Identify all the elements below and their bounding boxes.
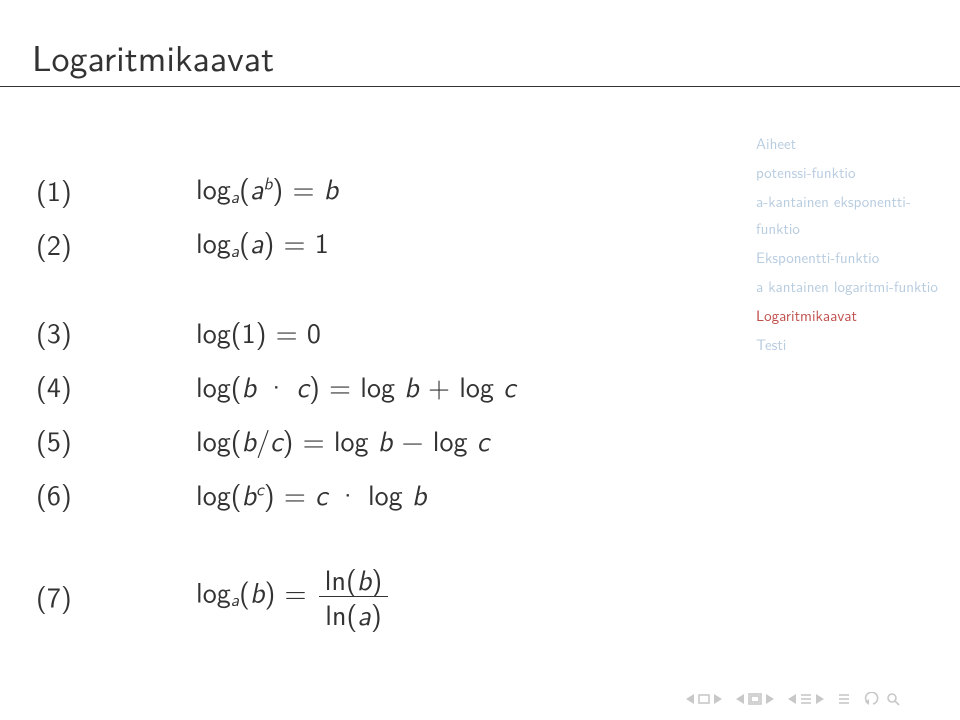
page-title: Logaritmikaavat bbox=[32, 30, 274, 83]
equation-number: (1) bbox=[36, 176, 196, 204]
equation-group-3: (7) loga(b) = ln(b)ln(a) bbox=[36, 562, 516, 630]
sidebar-item-5[interactable]: Testi bbox=[756, 331, 946, 358]
equation-row: (4) log(b · c) = log b + log c bbox=[36, 366, 516, 406]
equation-number: (3) bbox=[36, 318, 196, 346]
slide: Logaritmikaavat Aiheet potenssi-funktio … bbox=[0, 0, 960, 720]
sidebar-item-0[interactable]: potenssi-funktio bbox=[756, 159, 946, 186]
equation-number: (5) bbox=[36, 426, 196, 454]
sidebar-item-2[interactable]: Eksponentti-funktio bbox=[756, 244, 946, 271]
nav-section-group bbox=[788, 693, 824, 705]
equation-number: (7) bbox=[36, 582, 196, 610]
equation-body: loga(ab) = b bbox=[196, 174, 338, 205]
nav-search-icon[interactable] bbox=[886, 692, 900, 706]
equation-body: log(1) = 0 bbox=[196, 318, 321, 346]
equation-body: loga(a) = 1 bbox=[196, 228, 329, 259]
equation-number: (6) bbox=[36, 480, 196, 508]
equation-row: (2) loga(a) = 1 bbox=[36, 224, 516, 264]
sidebar-item-4[interactable]: Logaritmikaavat bbox=[756, 302, 946, 329]
equation-row: (1) loga(ab) = b bbox=[36, 170, 516, 210]
nav-prev-slide-icon[interactable] bbox=[686, 694, 696, 704]
nav-subsection-group bbox=[736, 693, 774, 705]
sidebar-item-1[interactable]: a-kantainen eksponentti-funktio bbox=[756, 188, 946, 242]
equation-body: log(b/c) = log b − log c bbox=[196, 426, 489, 454]
equation-block: (1) loga(ab) = b (2) loga(a) = 1 (3) log… bbox=[36, 170, 516, 678]
nav-frame-icon[interactable] bbox=[698, 694, 710, 704]
equation-body: log(bc) = c · log b bbox=[196, 480, 427, 508]
equation-row: (7) loga(b) = ln(b)ln(a) bbox=[36, 562, 516, 630]
sidebar-item-3[interactable]: a kantainen logaritmi-funktio bbox=[756, 273, 946, 300]
nav-next-section-icon[interactable] bbox=[814, 694, 824, 704]
nav-undo-icon[interactable] bbox=[864, 692, 884, 706]
nav-prev-sub-icon[interactable] bbox=[736, 694, 746, 704]
equation-row: (5) log(b/c) = log b − log c bbox=[36, 420, 516, 460]
equation-group-2: (3) log(1) = 0 (4) log(b · c) = log b + … bbox=[36, 312, 516, 514]
beamer-nav bbox=[686, 692, 900, 706]
nav-doc-icon[interactable] bbox=[838, 693, 850, 705]
equation-number: (4) bbox=[36, 372, 196, 400]
equation-number: (2) bbox=[36, 230, 196, 258]
nav-next-sub-icon[interactable] bbox=[764, 694, 774, 704]
sidebar: Aiheet potenssi-funktio a-kantainen eksp… bbox=[756, 130, 946, 360]
nav-next-slide-icon[interactable] bbox=[712, 694, 722, 704]
nav-prev-section-icon[interactable] bbox=[788, 694, 798, 704]
nav-doc-group bbox=[838, 693, 850, 705]
equation-body: log(b · c) = log b + log c bbox=[196, 372, 516, 400]
nav-subsection-icon[interactable] bbox=[748, 693, 762, 705]
nav-back-forward-group bbox=[864, 692, 900, 706]
equation-row: (6) log(bc) = c · log b bbox=[36, 474, 516, 514]
nav-section-icon[interactable] bbox=[800, 693, 812, 705]
equation-group-1: (1) loga(ab) = b (2) loga(a) = 1 bbox=[36, 170, 516, 264]
equation-body: loga(b) = ln(b)ln(a) bbox=[196, 562, 391, 630]
nav-slide-group bbox=[686, 694, 722, 704]
title-rule bbox=[0, 86, 960, 87]
equation-row: (3) log(1) = 0 bbox=[36, 312, 516, 352]
sidebar-heading[interactable]: Aiheet bbox=[756, 130, 946, 157]
